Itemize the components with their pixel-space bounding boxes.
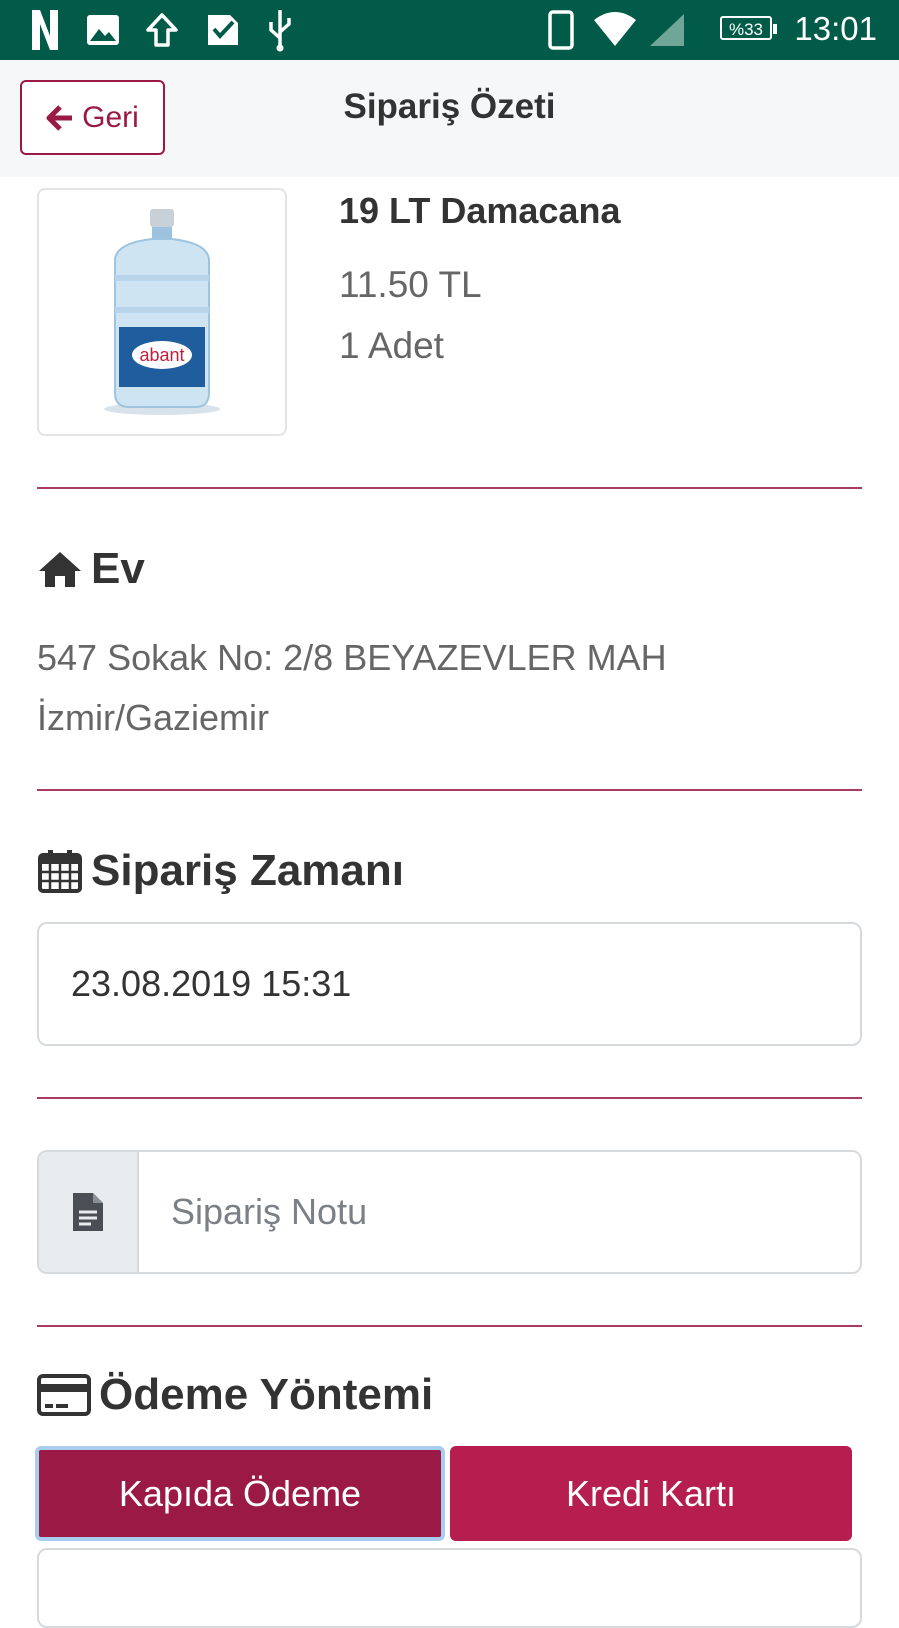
payment-heading: Ödeme Yöntemi [37, 1370, 433, 1420]
water-bottle-image: abant [104, 209, 220, 415]
pay-credit-card-button[interactable]: Kredi Kartı [450, 1446, 852, 1541]
address-label: Ev [91, 544, 145, 593]
product-image: abant [37, 188, 287, 436]
order-time-label: Sipariş Zamanı [91, 846, 405, 895]
check-icon [208, 15, 238, 45]
netflix-n-icon [32, 10, 58, 50]
payment-detail-box [37, 1548, 862, 1628]
product-name: 19 LT Damacana [339, 190, 621, 231]
phone-icon [548, 10, 574, 50]
wifi-icon [594, 12, 636, 46]
document-icon [73, 1193, 103, 1231]
payment-label: Ödeme Yöntemi [99, 1370, 434, 1419]
divider [37, 789, 862, 791]
note-addon [39, 1152, 139, 1272]
address-text: 547 Sokak No: 2/8 BEYAZEVLER MAH İzmir/G… [37, 628, 667, 748]
calendar-icon [38, 850, 82, 893]
gallery-icon [87, 15, 119, 45]
product-price: 11.50 TL [339, 264, 482, 305]
order-time-heading: Sipariş Zamanı [37, 846, 404, 896]
home-icon [39, 552, 81, 587]
divider [37, 1097, 862, 1099]
battery-icon: %33 [720, 16, 777, 40]
upload-icon [146, 13, 178, 47]
address-line1: 547 Sokak No: 2/8 BEYAZEVLER MAH [37, 637, 667, 678]
signal-icon [650, 14, 684, 46]
pay-cash-on-delivery-button[interactable]: Kapıda Ödeme [35, 1446, 445, 1541]
top-navbar: Geri Sipariş Özeti [0, 60, 899, 177]
order-note-group [37, 1150, 862, 1274]
bottle-brand: abant [139, 345, 184, 365]
usb-icon [269, 10, 291, 52]
divider [37, 487, 862, 489]
page-title: Sipariş Özeti [343, 87, 556, 126]
clock-time: 13:01 [794, 10, 877, 47]
product-quantity: 1 Adet [339, 325, 444, 366]
order-time-field[interactable]: 23.08.2019 15:31 [37, 922, 862, 1046]
address-line2: İzmir/Gaziemir [37, 697, 269, 738]
address-heading: Ev [37, 544, 145, 594]
credit-card-icon [37, 1374, 91, 1416]
divider [37, 1325, 862, 1327]
order-note-input[interactable] [139, 1152, 860, 1272]
status-bar: %33 13:01 [0, 0, 899, 60]
